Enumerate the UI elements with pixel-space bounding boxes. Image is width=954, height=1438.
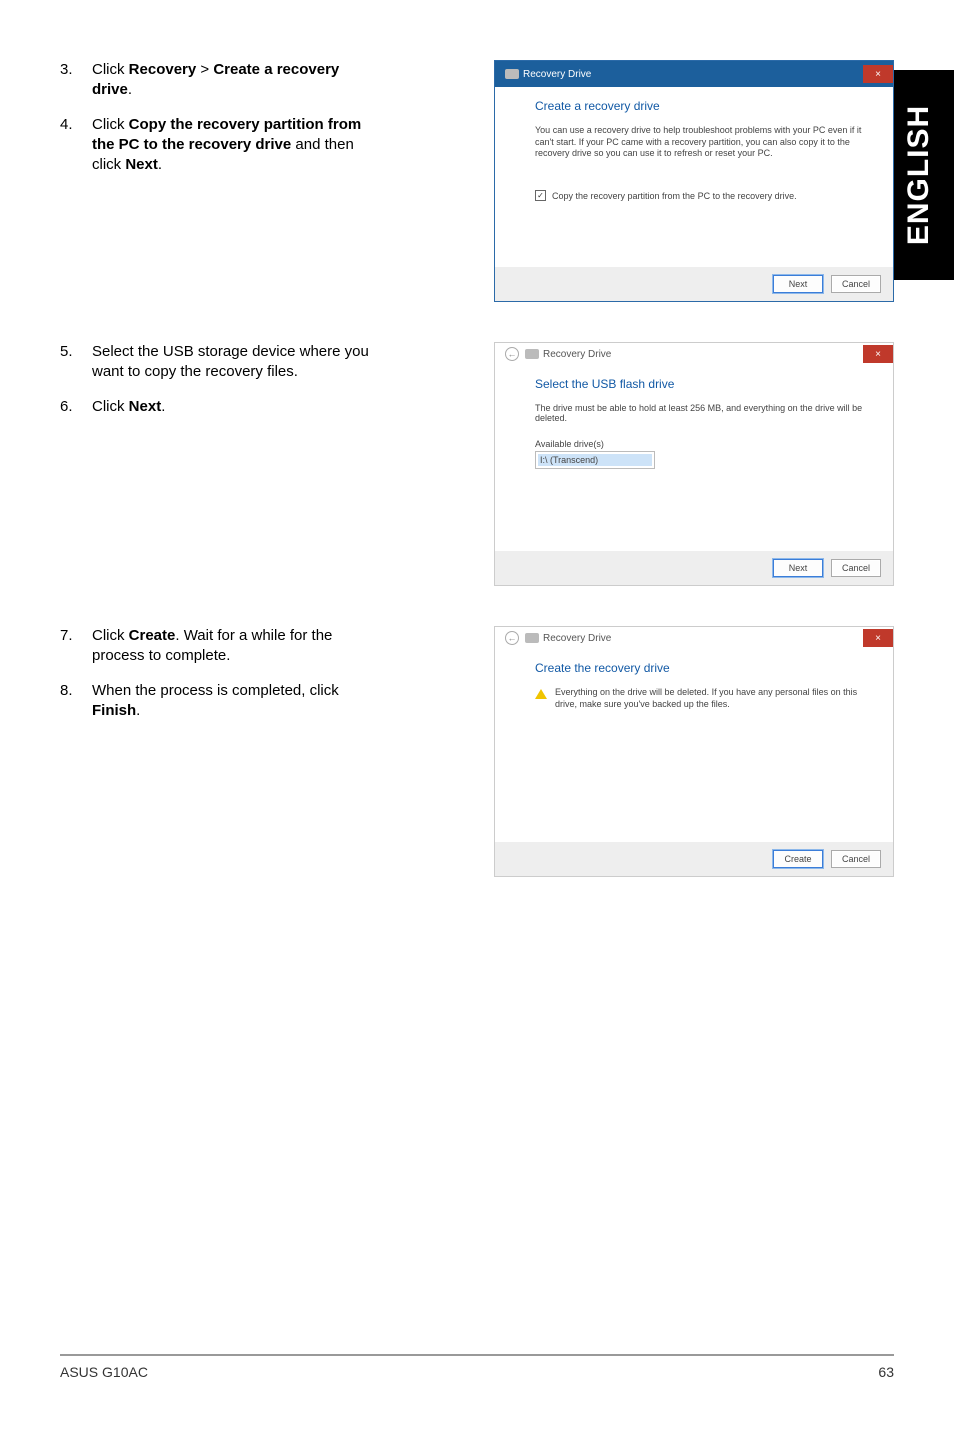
next-button[interactable]: Next xyxy=(773,559,823,577)
step-5-num: 5. xyxy=(60,342,92,362)
step-8: 8. When the process is completed, click … xyxy=(60,681,380,722)
step-7-body: Click Create. Wait for a while for the p… xyxy=(92,626,380,667)
dialog-titlebar: ← Recovery Drive × xyxy=(495,343,893,365)
dialog-titlebar: Recovery Drive × xyxy=(495,61,893,87)
drive-icon xyxy=(525,349,539,359)
footer-product: ASUS G10AC xyxy=(60,1364,148,1380)
step-3: 3. Click Recovery > Create a recovery dr… xyxy=(60,60,380,101)
dialog-footer: Next Cancel xyxy=(495,551,893,585)
step-4-body: Click Copy the recovery partition from t… xyxy=(92,115,380,176)
step-6: 6. Click Next. xyxy=(60,397,380,417)
step-5-body: Select the USB storage device where you … xyxy=(92,342,380,383)
drive-listbox[interactable]: I:\ (Transcend) xyxy=(535,451,655,469)
dialog-title: Recovery Drive xyxy=(543,633,611,644)
step-7-num: 7. xyxy=(60,626,92,646)
dialog-create-recovery: Recovery Drive × Create a recovery drive… xyxy=(494,60,894,302)
warning-text: Everything on the drive will be deleted.… xyxy=(555,687,863,710)
dialog-heading: Create the recovery drive xyxy=(535,661,863,675)
warning-icon xyxy=(535,689,547,699)
step-4: 4. Click Copy the recovery partition fro… xyxy=(60,115,380,176)
available-drives-label: Available drive(s) xyxy=(535,439,863,449)
dialog-title: Recovery Drive xyxy=(523,69,591,80)
dialog-heading: Create a recovery drive xyxy=(535,99,863,113)
steps-col-1: 3. Click Recovery > Create a recovery dr… xyxy=(60,60,400,302)
dialog-body-text: You can use a recovery drive to help tro… xyxy=(535,125,863,160)
dialog-footer: Create Cancel xyxy=(495,842,893,876)
dialog-select-usb: ← Recovery Drive × Select the USB flash … xyxy=(494,342,894,586)
checkbox-label: Copy the recovery partition from the PC … xyxy=(552,191,797,201)
step-3-body: Click Recovery > Create a recovery drive… xyxy=(92,60,380,101)
step-3-num: 3. xyxy=(60,60,92,80)
drive-list-item[interactable]: I:\ (Transcend) xyxy=(538,454,652,466)
dialog-footer: Next Cancel xyxy=(495,267,893,301)
step-6-num: 6. xyxy=(60,397,92,417)
step-5: 5. Select the USB storage device where y… xyxy=(60,342,380,383)
block-1: 3. Click Recovery > Create a recovery dr… xyxy=(60,60,894,302)
create-button[interactable]: Create xyxy=(773,850,823,868)
page-footer: ASUS G10AC 63 xyxy=(60,1354,894,1380)
back-icon[interactable]: ← xyxy=(505,347,519,361)
dialog-create-confirm: ← Recovery Drive × Create the recovery d… xyxy=(494,626,894,877)
drive-icon xyxy=(505,69,519,79)
dialog-body-text: The drive must be able to hold at least … xyxy=(535,403,863,423)
dialog-title: Recovery Drive xyxy=(543,349,611,360)
block-3: 7. Click Create. Wait for a while for th… xyxy=(60,626,894,877)
cancel-button[interactable]: Cancel xyxy=(831,275,881,293)
step-4-num: 4. xyxy=(60,115,92,135)
steps-col-3: 7. Click Create. Wait for a while for th… xyxy=(60,626,400,877)
back-icon[interactable]: ← xyxy=(505,631,519,645)
cancel-button[interactable]: Cancel xyxy=(831,850,881,868)
close-icon[interactable]: × xyxy=(863,345,893,363)
next-button[interactable]: Next xyxy=(773,275,823,293)
close-icon[interactable]: × xyxy=(863,629,893,647)
checkbox-icon[interactable]: ✓ xyxy=(535,190,546,201)
close-icon[interactable]: × xyxy=(863,65,893,83)
cancel-button[interactable]: Cancel xyxy=(831,559,881,577)
step-6-body: Click Next. xyxy=(92,397,380,417)
dialog-heading: Select the USB flash drive xyxy=(535,377,863,391)
footer-page-number: 63 xyxy=(878,1364,894,1380)
dialog-titlebar: ← Recovery Drive × xyxy=(495,627,893,649)
steps-col-2: 5. Select the USB storage device where y… xyxy=(60,342,400,586)
step-7: 7. Click Create. Wait for a while for th… xyxy=(60,626,380,667)
warning-row: Everything on the drive will be deleted.… xyxy=(535,687,863,710)
drive-icon xyxy=(525,633,539,643)
block-2: 5. Select the USB storage device where y… xyxy=(60,342,894,586)
checkbox-row[interactable]: ✓ Copy the recovery partition from the P… xyxy=(535,190,863,201)
step-8-body: When the process is completed, click Fin… xyxy=(92,681,380,722)
step-8-num: 8. xyxy=(60,681,92,701)
